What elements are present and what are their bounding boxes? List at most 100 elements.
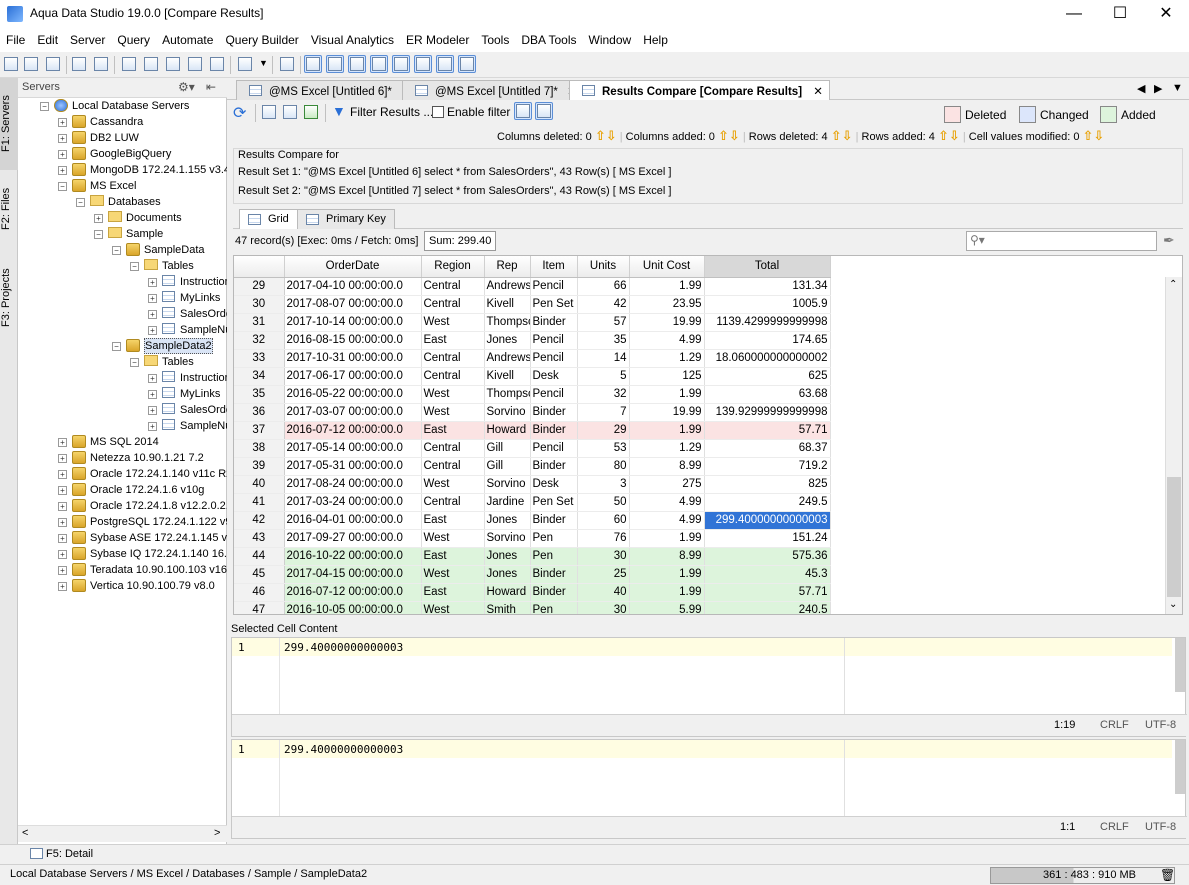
cell-orderdate[interactable]: 2017-06-17 00:00:00.0 — [284, 367, 422, 386]
split-horizontal-icon[interactable] — [514, 102, 532, 120]
cell-unit-cost[interactable]: 1.99 — [629, 421, 705, 440]
scrollbar-thumb[interactable] — [1167, 477, 1181, 597]
tree-node[interactable]: − Tables — [18, 258, 227, 274]
table-row[interactable]: 29 2017-04-10 00:00:00.0 Central Andrews Pen… — [234, 277, 831, 296]
query-window-icon[interactable] — [120, 55, 138, 73]
menu-window[interactable]: Window — [583, 30, 638, 52]
cell-orderdate[interactable]: 2016-10-05 00:00:00.0 — [284, 601, 422, 614]
save-icon[interactable] — [260, 103, 278, 121]
row-number[interactable]: 31 — [234, 313, 285, 332]
expand-toggle-icon[interactable]: − — [130, 262, 139, 271]
cell-rep[interactable]: Howard — [484, 583, 531, 602]
tree-node[interactable]: + Teradata 10.90.100.103 v16.0 — [18, 562, 227, 578]
col-orderdate-header[interactable]: OrderDate — [284, 256, 422, 278]
cell-region[interactable]: East — [421, 511, 485, 530]
cell-units[interactable]: 35 — [577, 331, 630, 350]
row-number[interactable]: 30 — [234, 295, 285, 314]
cell-item[interactable]: Binder — [530, 583, 578, 602]
next-arrow-icon[interactable]: ⇩ — [1093, 128, 1104, 143]
cell-units[interactable]: 50 — [577, 493, 630, 512]
layout-6-icon[interactable] — [414, 55, 432, 73]
expand-toggle-icon[interactable]: + — [148, 390, 157, 399]
cell-item[interactable]: Binder — [530, 313, 578, 332]
cell-item[interactable]: Pencil — [530, 385, 578, 404]
cell-orderdate[interactable]: 2016-07-12 00:00:00.0 — [284, 421, 422, 440]
cell-unit-cost[interactable]: 19.99 — [629, 313, 705, 332]
cell-orderdate[interactable]: 2017-09-27 00:00:00.0 — [284, 529, 422, 548]
cell-item[interactable]: Desk — [530, 367, 578, 386]
tree-node[interactable]: + Oracle 172.24.1.8 v12.2.0.2.0 — [18, 498, 227, 514]
layout-8-icon[interactable] — [458, 55, 476, 73]
cell-total[interactable]: 174.65 — [704, 331, 831, 350]
cell-item[interactable]: Desk — [530, 475, 578, 494]
tree-node[interactable]: + MyLinks — [18, 290, 227, 306]
tree-node[interactable]: + Netezza 10.90.1.21 7.2 — [18, 450, 227, 466]
cell-total[interactable]: 1139.4299999999998 — [704, 313, 831, 332]
cell-editor-2[interactable]: 1 299.40000000000003 1:1 CRLF UTF-8 — [231, 739, 1187, 839]
cell-orderdate[interactable]: 2017-10-31 00:00:00.0 — [284, 349, 422, 368]
layout-4-icon[interactable] — [370, 55, 388, 73]
expand-toggle-icon[interactable]: + — [148, 294, 157, 303]
tree-node[interactable]: − SampleData2 — [18, 338, 227, 354]
cell-item[interactable]: Pencil — [530, 439, 578, 458]
cell-orderdate[interactable]: 2017-05-31 00:00:00.0 — [284, 457, 422, 476]
cell-total[interactable]: 63.68 — [704, 385, 831, 404]
table-row[interactable]: 42 2016-04-01 00:00:00.0 East Jones Binder 60… — [234, 511, 831, 530]
cell-total[interactable]: 719.2 — [704, 457, 831, 476]
tree-node[interactable]: + DB2 LUW — [18, 130, 227, 146]
cell-total[interactable]: 1005.9 — [704, 295, 831, 314]
grid-search-input[interactable]: ⚲▾ — [966, 231, 1157, 251]
row-number[interactable]: 37 — [234, 421, 285, 440]
next-arrow-icon[interactable]: ⇩ — [949, 128, 960, 143]
prev-arrow-icon[interactable]: ⇧ — [595, 128, 606, 143]
cell-rep[interactable]: Jardine — [484, 493, 531, 512]
prev-arrow-icon[interactable]: ⇧ — [718, 128, 729, 143]
find-icon[interactable] — [281, 103, 299, 121]
menu-edit[interactable]: Edit — [31, 30, 64, 52]
cell-unit-cost[interactable]: 23.95 — [629, 295, 705, 314]
cell-unit-cost[interactable]: 4.99 — [629, 493, 705, 512]
col-total-header[interactable]: Total — [704, 256, 831, 278]
expand-toggle-icon[interactable]: + — [58, 582, 67, 591]
cell-orderdate[interactable]: 2017-04-10 00:00:00.0 — [284, 277, 422, 296]
tree-node[interactable]: + MS SQL 2014 — [18, 434, 227, 450]
row-number[interactable]: 44 — [234, 547, 285, 566]
row-number[interactable]: 42 — [234, 511, 285, 530]
expand-toggle-icon[interactable]: + — [58, 470, 67, 479]
cell-total[interactable]: 151.24 — [704, 529, 831, 548]
filter-icon[interactable]: ▼ — [332, 103, 346, 119]
cell-unit-cost[interactable]: 125 — [629, 367, 705, 386]
expand-toggle-icon[interactable]: − — [94, 230, 103, 239]
expand-toggle-icon[interactable]: + — [148, 422, 157, 431]
tab-untitled-6[interactable]: @MS Excel [Untitled 6]* ✕ — [236, 80, 418, 100]
cell-unit-cost[interactable]: 1.29 — [629, 439, 705, 458]
cell-units[interactable]: 57 — [577, 313, 630, 332]
tab-scroll-right-icon[interactable]: ▶ — [1154, 82, 1162, 95]
cell-region[interactable]: East — [421, 583, 485, 602]
cell-item[interactable]: Binder — [530, 457, 578, 476]
split-vertical-icon[interactable] — [535, 102, 553, 120]
cell-region[interactable]: East — [421, 421, 485, 440]
new-server-icon[interactable] — [2, 55, 20, 73]
cell-orderdate[interactable]: 2016-05-22 00:00:00.0 — [284, 385, 422, 404]
cell-unit-cost[interactable]: 1.99 — [629, 565, 705, 584]
cell-total[interactable]: 825 — [704, 475, 831, 494]
cell-units[interactable]: 3 — [577, 475, 630, 494]
cell-region[interactable]: West — [421, 475, 485, 494]
cell-item[interactable]: Binder — [530, 511, 578, 530]
cell-region[interactable]: Central — [421, 295, 485, 314]
scroll-right-icon[interactable]: > — [214, 827, 220, 839]
cell-region[interactable]: West — [421, 529, 485, 548]
tree-node[interactable]: − Local Database Servers — [18, 98, 227, 114]
layout-3-icon[interactable] — [348, 55, 366, 73]
row-number[interactable]: 43 — [234, 529, 285, 548]
expand-toggle-icon[interactable]: + — [58, 150, 67, 159]
expand-toggle-icon[interactable]: + — [58, 438, 67, 447]
cell-rep[interactable]: Sorvino — [484, 529, 531, 548]
tree-node[interactable]: + SampleNumbers — [18, 418, 227, 434]
expand-toggle-icon[interactable]: + — [58, 550, 67, 559]
cell-item[interactable]: Pen Set — [530, 295, 578, 314]
cell-unit-cost[interactable]: 1.99 — [629, 277, 705, 296]
minimize-button[interactable]: — — [1051, 0, 1097, 30]
cell-total[interactable]: 625 — [704, 367, 831, 386]
